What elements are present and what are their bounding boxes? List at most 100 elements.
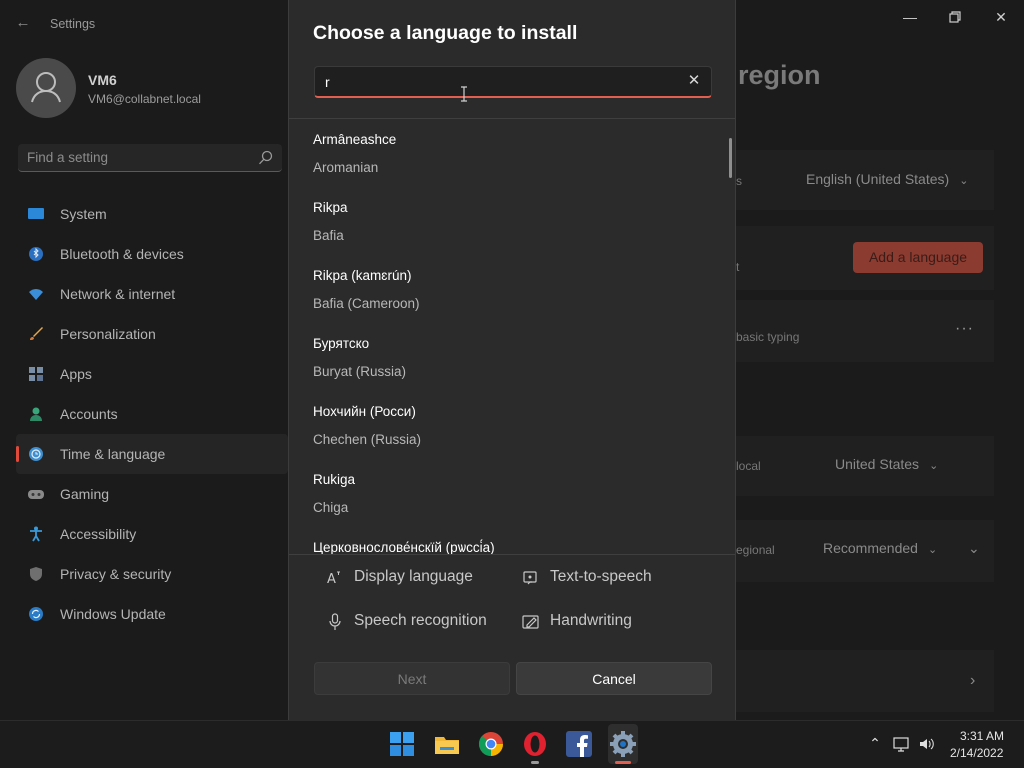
close-window-icon[interactable]: ✕ bbox=[986, 8, 1016, 26]
sidebar-item-accessibility[interactable]: Accessibility bbox=[16, 514, 288, 554]
accounts-icon bbox=[28, 406, 44, 422]
dropdown-value: English (United States) bbox=[806, 171, 950, 187]
file-explorer-icon[interactable] bbox=[434, 732, 460, 758]
gaming-icon bbox=[28, 486, 44, 502]
page-title: region bbox=[738, 60, 821, 90]
sidebar-nav: System Bluetooth & devices Network & int… bbox=[16, 194, 288, 634]
text-cursor-icon bbox=[460, 86, 468, 102]
clock-globe-icon bbox=[28, 446, 44, 462]
chevron-down-icon: ⌄ bbox=[929, 460, 939, 472]
chevron-down-icon: ⌄ bbox=[959, 175, 969, 187]
card-label-fragment: basic typing bbox=[736, 330, 800, 344]
language-native-name: Церковнослове́нскїй (рѡссі́а) bbox=[313, 540, 495, 554]
next-button[interactable]: Next bbox=[314, 662, 510, 695]
language-english-name: Buryat (Russia) bbox=[313, 364, 407, 379]
display-language-icon: A bbox=[326, 569, 344, 587]
sidebar-item-label: Accounts bbox=[60, 406, 118, 422]
sidebar-item-apps[interactable]: Apps bbox=[16, 354, 288, 394]
system-icon bbox=[28, 206, 44, 222]
list-item[interactable]: Rikpa Bafia bbox=[289, 187, 735, 255]
facebook-icon[interactable] bbox=[566, 731, 592, 757]
sidebar-item-time-language[interactable]: Time & language bbox=[16, 434, 288, 474]
language-english-name: Chiga bbox=[313, 500, 349, 515]
clock-time[interactable]: 3:31 AM bbox=[960, 729, 1004, 743]
feature-label: Handwriting bbox=[550, 612, 632, 629]
feature-label: Text-to-speech bbox=[550, 568, 652, 585]
avatar bbox=[16, 58, 76, 118]
sidebar-item-personalization[interactable]: Personalization bbox=[16, 314, 288, 354]
wifi-icon bbox=[28, 286, 44, 302]
clock-date[interactable]: 2/14/2022 bbox=[950, 746, 1003, 760]
search-icon bbox=[258, 150, 274, 166]
dropdown-value: Recommended bbox=[823, 540, 918, 556]
shield-icon bbox=[28, 566, 44, 582]
accessibility-icon bbox=[28, 526, 44, 542]
feature-label: Display language bbox=[354, 568, 473, 585]
list-item[interactable]: Armâneashce Aromanian bbox=[289, 119, 735, 187]
sidebar-item-accounts[interactable]: Accounts bbox=[16, 394, 288, 434]
list-item[interactable]: Нохчийн (Росси) Chechen (Russia) bbox=[289, 391, 735, 459]
divider bbox=[289, 554, 735, 555]
sidebar-item-windows-update[interactable]: Windows Update bbox=[16, 594, 288, 634]
chevron-up-icon[interactable]: ⌃ bbox=[866, 735, 884, 753]
sidebar-item-label: Personalization bbox=[60, 326, 156, 342]
language-english-name: Bafia bbox=[313, 228, 344, 243]
chrome-icon[interactable] bbox=[478, 731, 504, 757]
user-name: VM6 bbox=[88, 72, 117, 88]
sidebar-item-label: System bbox=[60, 206, 107, 222]
language-native-name: Rikpa bbox=[313, 200, 348, 215]
expand-chevron-icon[interactable]: ⌄ bbox=[968, 540, 980, 557]
regional-format-dropdown[interactable]: Recommended ⌄ bbox=[823, 540, 937, 556]
sidebar-item-label: Network & internet bbox=[60, 286, 176, 302]
find-setting-input[interactable]: Find a setting bbox=[18, 144, 282, 172]
cancel-button[interactable]: Cancel bbox=[516, 662, 712, 695]
sidebar-item-label: Bluetooth & devices bbox=[60, 246, 184, 262]
bluetooth-icon bbox=[28, 246, 44, 262]
text-to-speech-icon bbox=[522, 569, 540, 587]
volume-icon[interactable] bbox=[918, 735, 936, 753]
list-item[interactable]: Церковнослове́нскїй (рѡссі́а) bbox=[289, 527, 735, 554]
list-item[interactable]: Rukiga Chiga bbox=[289, 459, 735, 527]
svg-text:A: A bbox=[327, 572, 336, 587]
dropdown-value: United States bbox=[835, 456, 920, 472]
choose-language-dialog: Choose a language to install r ✕ Armânea… bbox=[288, 0, 736, 720]
feature-label: Speech recognition bbox=[354, 612, 487, 629]
language-native-name: Rukiga bbox=[313, 472, 356, 487]
user-profile[interactable]: VM6 VM6@collabnet.local bbox=[16, 58, 276, 118]
back-arrow-icon[interactable]: ← bbox=[14, 14, 32, 32]
sidebar-item-privacy[interactable]: Privacy & security bbox=[16, 554, 288, 594]
apps-icon bbox=[28, 366, 44, 382]
sidebar-item-network[interactable]: Network & internet bbox=[16, 274, 288, 314]
sidebar-item-bluetooth[interactable]: Bluetooth & devices bbox=[16, 234, 288, 274]
windows-start-icon[interactable] bbox=[390, 732, 416, 758]
language-native-name: Rikpa (kamɛrún) bbox=[313, 268, 412, 283]
card-label-fragment: local bbox=[736, 459, 761, 473]
language-list[interactable]: Armâneashce Aromanian Rikpa Bafia Rikpa … bbox=[289, 119, 735, 554]
language-english-name: Chechen (Russia) bbox=[313, 432, 422, 447]
country-dropdown[interactable]: United States ⌄ bbox=[835, 456, 938, 472]
list-scrollbar[interactable] bbox=[729, 138, 732, 178]
handwriting-icon bbox=[522, 613, 540, 631]
user-email: VM6@collabnet.local bbox=[88, 92, 201, 106]
more-options-icon[interactable]: ··· bbox=[955, 320, 974, 338]
sidebar-item-system[interactable]: System bbox=[16, 194, 288, 234]
chevron-right-icon[interactable]: › bbox=[970, 672, 975, 690]
brush-icon bbox=[28, 326, 44, 342]
list-item[interactable]: Rikpa (kamɛrún) Bafia (Cameroon) bbox=[289, 255, 735, 323]
language-native-name: Armâneashce bbox=[313, 132, 397, 147]
display-language-dropdown[interactable]: English (United States) ⌄ bbox=[806, 171, 968, 187]
restore-icon[interactable] bbox=[940, 8, 970, 26]
update-icon bbox=[28, 606, 44, 622]
sidebar-item-gaming[interactable]: Gaming bbox=[16, 474, 288, 514]
chevron-down-icon: ⌄ bbox=[927, 544, 938, 556]
card-label-fragment: egional bbox=[736, 543, 775, 557]
settings-gear-icon[interactable] bbox=[610, 731, 636, 757]
language-search-input[interactable]: r ✕ bbox=[314, 66, 712, 98]
language-search-value: r bbox=[325, 74, 330, 90]
minimize-icon[interactable]: — bbox=[895, 8, 925, 26]
network-icon[interactable] bbox=[893, 735, 911, 753]
clear-search-icon[interactable]: ✕ bbox=[686, 73, 702, 89]
add-language-button[interactable]: Add a language bbox=[853, 242, 983, 273]
list-item[interactable]: Бурятско Buryat (Russia) bbox=[289, 323, 735, 391]
opera-icon[interactable] bbox=[522, 731, 548, 757]
